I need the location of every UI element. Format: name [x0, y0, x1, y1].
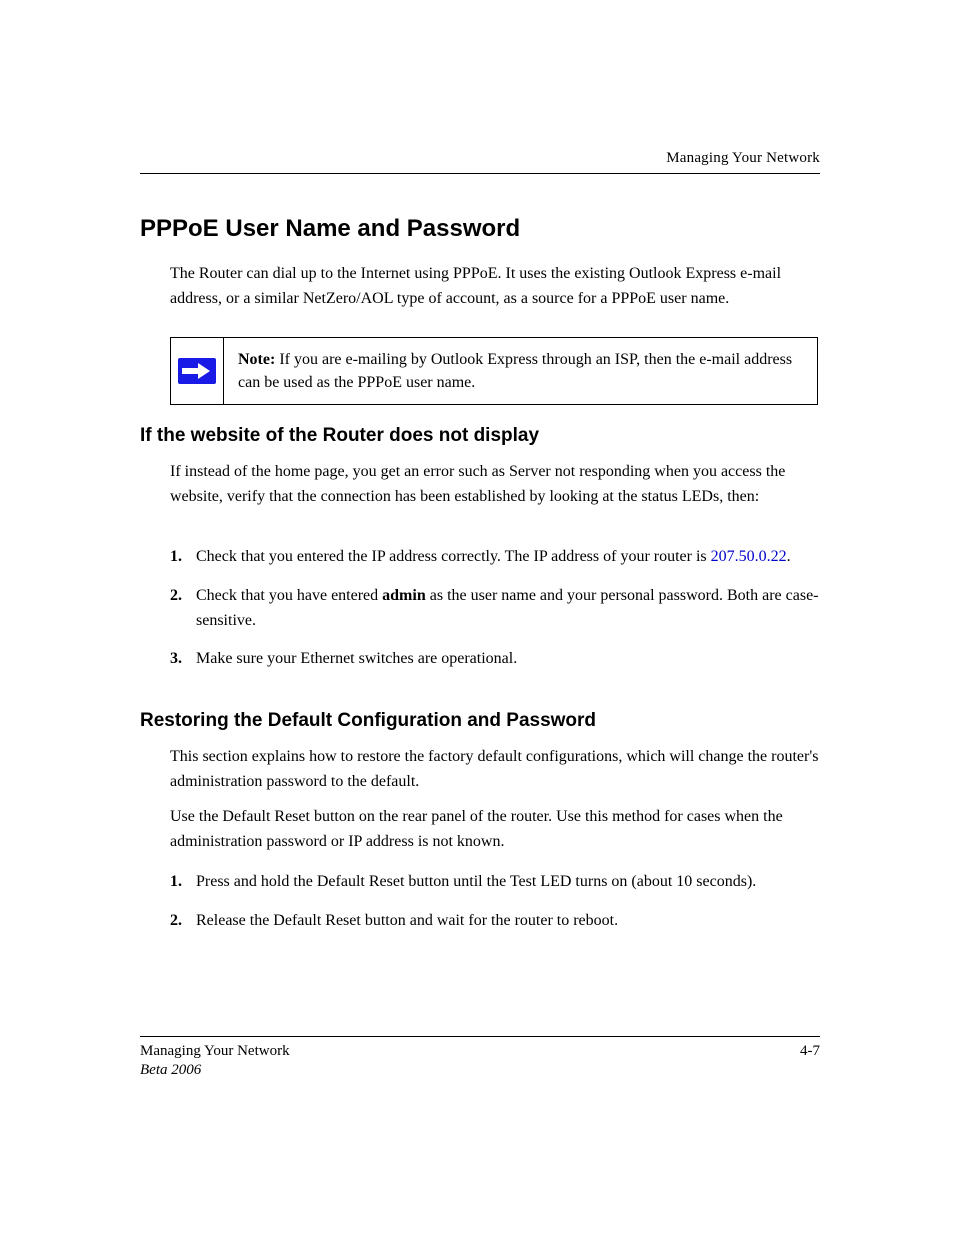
page-number: 4-7	[800, 1043, 820, 1060]
list-body: Press and hold the Default Reset button …	[196, 870, 820, 895]
list-number: 2.	[170, 584, 196, 634]
list-number: 1.	[170, 545, 196, 570]
page: Managing Your Network PPPoE User Name an…	[0, 0, 954, 1235]
list-body: Check that you entered the IP address co…	[196, 545, 820, 570]
list-body: Release the Default Reset button and wai…	[196, 909, 820, 934]
list-body: Make sure your Ethernet switches are ope…	[196, 647, 820, 672]
footer-line: Managing Your Network 4-7	[140, 1043, 820, 1060]
list-item: 3. Make sure your Ethernet switches are …	[170, 647, 820, 672]
note-text: Note: If you are e-mailing by Outlook Ex…	[224, 338, 817, 404]
list-item: 1. Check that you entered the IP address…	[170, 545, 820, 570]
note-label: Note:	[238, 351, 275, 368]
note-body: If you are e-mailing by Outlook Express …	[238, 351, 792, 391]
list-body: Check that you have entered admin as the…	[196, 584, 820, 634]
page-footer: Managing Your Network 4-7 Beta 2006	[140, 1036, 820, 1079]
arrow-right-icon	[178, 358, 216, 384]
list-item: 1. Press and hold the Default Reset butt…	[170, 870, 820, 895]
ordered-list-troubleshoot: 1. Check that you entered the IP address…	[170, 545, 820, 686]
paragraph-restore-method: Use the Default Reset button on the rear…	[170, 805, 820, 855]
footer-chapter: Managing Your Network	[140, 1043, 290, 1060]
note-icon-cell	[171, 338, 224, 404]
list-number: 1.	[170, 870, 196, 895]
paragraph-no-display: If instead of the home page, you get an …	[170, 460, 820, 510]
ordered-list-reset: 1. Press and hold the Default Reset butt…	[170, 870, 820, 948]
list-number: 2.	[170, 909, 196, 934]
list-item: 2. Check that you have entered admin as …	[170, 584, 820, 634]
footer-date: Beta 2006	[140, 1062, 820, 1079]
note-callout: Note: If you are e-mailing by Outlook Ex…	[170, 337, 818, 405]
section-heading: PPPoE User Name and Password	[140, 215, 520, 243]
subheading-restore: Restoring the Default Configuration and …	[140, 710, 596, 732]
footer-rule	[140, 1036, 820, 1037]
header-rule	[140, 173, 820, 174]
paragraph-restore-intro: This section explains how to restore the…	[170, 745, 820, 795]
list-item: 2. Release the Default Reset button and …	[170, 909, 820, 934]
admin-username: admin	[382, 587, 426, 604]
page-header: Managing Your Network	[140, 150, 820, 174]
intro-paragraph: The Router can dial up to the Internet u…	[170, 262, 820, 312]
list-number: 3.	[170, 647, 196, 672]
header-chapter-title: Managing Your Network	[140, 150, 820, 167]
router-ip-link[interactable]: 207.50.0.22	[711, 548, 787, 565]
subheading-no-display: If the website of the Router does not di…	[140, 425, 539, 447]
